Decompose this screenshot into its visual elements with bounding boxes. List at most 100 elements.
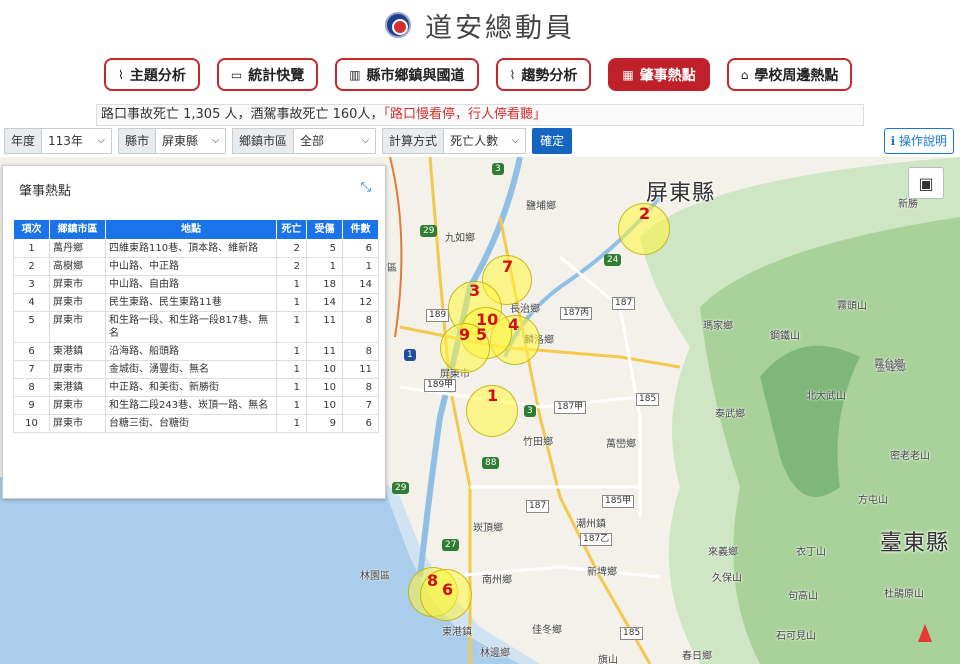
peak-label: 久保山 — [712, 573, 742, 584]
hotspot-number[interactable]: 1 — [487, 386, 498, 405]
place-label: 霧台鄉 — [874, 359, 904, 370]
tab-trend-analysis[interactable]: ⌇ 趨勢分析 — [495, 58, 592, 91]
peak-label: 方屯山 — [858, 495, 888, 506]
tab-stats-overview[interactable]: ▭ 統計快覽 — [216, 58, 319, 91]
table-header-row: 項次 鄉鎮市區 地點 死亡 受傷 件數 — [13, 219, 379, 240]
header: 道安總動員 — [0, 0, 960, 50]
county-select[interactable]: 屏東縣 ⌵ — [156, 128, 227, 154]
table-row[interactable]: 2 高樹鄉 中山路、中正路 2 1 1 — [13, 257, 379, 276]
school-icon: ⌂ — [740, 67, 749, 82]
hotspot-number[interactable]: 2 — [639, 204, 650, 223]
town-select[interactable]: 全部 ⌵ — [294, 128, 377, 154]
table-row[interactable]: 7 屏東市 金城街、湧豐街、無名 1 10 11 — [13, 360, 379, 379]
road-shield: 189甲 — [424, 379, 457, 392]
north-arrow-icon — [918, 624, 932, 642]
county-label-pingtung: 屏東縣 — [646, 181, 716, 206]
place-label: 瑪家鄉 — [703, 321, 733, 332]
place-label: 竹田鄉 — [523, 437, 553, 448]
tab-accident-hotspots[interactable]: ▦ 肇事熱點 — [608, 58, 710, 91]
place-label: 九如鄉 — [445, 233, 475, 244]
county-label-taitung: 臺東縣 — [880, 531, 950, 556]
place-label: 南州鄉 — [482, 575, 512, 586]
hotspot-number[interactable]: 3 — [469, 281, 480, 300]
road-shield: 1 — [404, 349, 416, 361]
road-shield: 24 — [604, 254, 622, 266]
hotspot-table: 項次 鄉鎮市區 地點 死亡 受傷 件數 1 萬丹鄉 四維東路110巷、頂本路、維新路… — [13, 219, 379, 433]
peak-label: 北大武山 — [806, 391, 846, 402]
town-label: 鄉鎮市區 — [232, 128, 295, 154]
hotspot-number[interactable]: 8 — [427, 571, 438, 590]
year-select[interactable]: 113年 ⌵ — [42, 128, 113, 154]
hotspot-number[interactable]: 7 — [502, 257, 513, 276]
road-shield: 185 — [636, 393, 660, 406]
hotspot-number[interactable]: 9 — [459, 325, 470, 344]
place-label: 來義鄉 — [708, 547, 738, 558]
table-row[interactable]: 5 屏東市 和生路一段、和生路一段817巷、無名 1 11 8 — [13, 311, 379, 343]
chevron-down-icon: ⌵ — [361, 135, 370, 146]
table-row[interactable]: 9 屏東市 和生路二段243巷、崁頂一路、無名 1 10 7 — [13, 396, 379, 415]
col-header: 項次 — [13, 219, 50, 240]
col-header: 件數 — [342, 219, 379, 240]
hotspot-panel: 肇事熱點 ⤡ 項次 鄉鎮市區 地點 死亡 受傷 件數 1 萬丹鄉 四維東路110巷、… — [2, 165, 386, 499]
map-icon: ▦ — [622, 67, 634, 82]
peak-label: 杜鵑原山 — [884, 589, 924, 600]
peak-label: 石可見山 — [776, 631, 816, 642]
hotspot-number[interactable]: 6 — [442, 580, 453, 599]
logo-icon — [385, 12, 411, 38]
chevron-down-icon: ⌵ — [211, 135, 220, 146]
newspaper-icon: ▭ — [230, 67, 243, 82]
road-shield: 29 — [392, 482, 410, 494]
place-label: 林園區 — [360, 571, 390, 582]
panel-title: 肇事熱點 — [19, 184, 72, 199]
place-label: 佳冬鄉 — [532, 625, 562, 636]
place-label: 潮州鎮 — [576, 519, 606, 530]
tab-county-town-highway[interactable]: ▥ 縣市鄉鎮與國道 — [335, 58, 479, 91]
tab-school-hotspots[interactable]: ⌂ 學校周邊熱點 — [726, 58, 853, 91]
confirm-button[interactable]: 確定 — [532, 128, 573, 154]
road-shield: 187乙 — [580, 533, 613, 546]
hotspot-number[interactable]: 5 — [476, 325, 487, 344]
road-shield: 187 — [526, 500, 550, 513]
col-header: 鄉鎮市區 — [49, 219, 106, 240]
table-row[interactable]: 8 東港鎮 中正路、和美街、新勝街 1 10 8 — [13, 378, 379, 397]
place-label: 萬巒鄉 — [606, 439, 636, 450]
peak-label: 鋼鐵山 — [770, 331, 800, 342]
image-icon: ▣ — [918, 173, 934, 193]
filter-bar: 年度 113年 ⌵ 縣市 屏東縣 ⌵ 鄉鎮市區 全部 ⌵ 計算方式 死亡人數 ⌵ 確定 — [4, 128, 573, 154]
place-label: 春日鄉 — [682, 651, 712, 662]
method-label: 計算方式 — [382, 128, 445, 154]
line-chart-icon: ⌇ — [509, 67, 516, 82]
hotspot-number[interactable]: 4 — [508, 315, 519, 334]
road-shield: 3 — [492, 163, 504, 175]
road-shield: 29 — [420, 225, 438, 237]
tab-theme-analysis[interactable]: ⌇ 主題分析 — [104, 58, 200, 91]
table-row[interactable]: 6 東港鎮 沿海路、船頭路 1 11 8 — [13, 342, 379, 361]
help-button[interactable]: ℹ 操作說明 — [883, 128, 954, 154]
table-row[interactable]: 3 屏東市 中山路、自由路 1 18 14 — [13, 275, 379, 294]
year-label: 年度 — [4, 128, 43, 154]
chevron-down-icon: ⌵ — [511, 135, 520, 146]
county-label: 縣市 — [118, 128, 157, 154]
road-shield: 187甲 — [554, 401, 587, 414]
main-nav: ⌇ 主題分析 ▭ 統計快覽 ▥ 縣市鄉鎮與國道 ⌇ 趨勢分析 ▦ 肇事熱點 ⌂ 學校周邊熱點 — [104, 58, 853, 92]
table-row[interactable]: 4 屏東市 民生東路、民生東路11巷 1 14 12 — [13, 293, 379, 312]
peak-label: 句高山 — [788, 591, 818, 602]
road-shield: 187 — [612, 297, 636, 310]
table-row[interactable]: 1 萬丹鄉 四維東路110巷、頂本路、維新路 2 5 6 — [13, 239, 379, 258]
image-layer-button[interactable]: ▣ — [908, 167, 944, 199]
table-row[interactable]: 10 屏東市 台糖三街、台糖街 1 9 6 — [13, 414, 379, 433]
col-header: 受傷 — [306, 219, 343, 240]
road-shield: 88 — [482, 457, 500, 469]
place-label: 東港鎮 — [442, 627, 472, 638]
place-label: 崁頂鄉 — [473, 523, 503, 534]
road-shield: 189 — [426, 309, 450, 322]
collapse-icon[interactable]: ⤡ — [361, 180, 371, 195]
method-select[interactable]: 死亡人數 ⌵ — [444, 128, 527, 154]
place-label: 旗山 — [598, 655, 618, 664]
place-label: 新埤鄉 — [587, 567, 617, 578]
news-ticker: 路口事故死亡 1,305 人，酒駕事故死亡 160人，「路口慢看停，行人停看聽」 — [96, 104, 864, 126]
chart-icon: ⌇ — [118, 67, 124, 82]
info-icon: ℹ — [890, 134, 899, 148]
peak-label: 衣丁山 — [796, 547, 826, 558]
site-title: 道安總動員 — [425, 12, 575, 44]
